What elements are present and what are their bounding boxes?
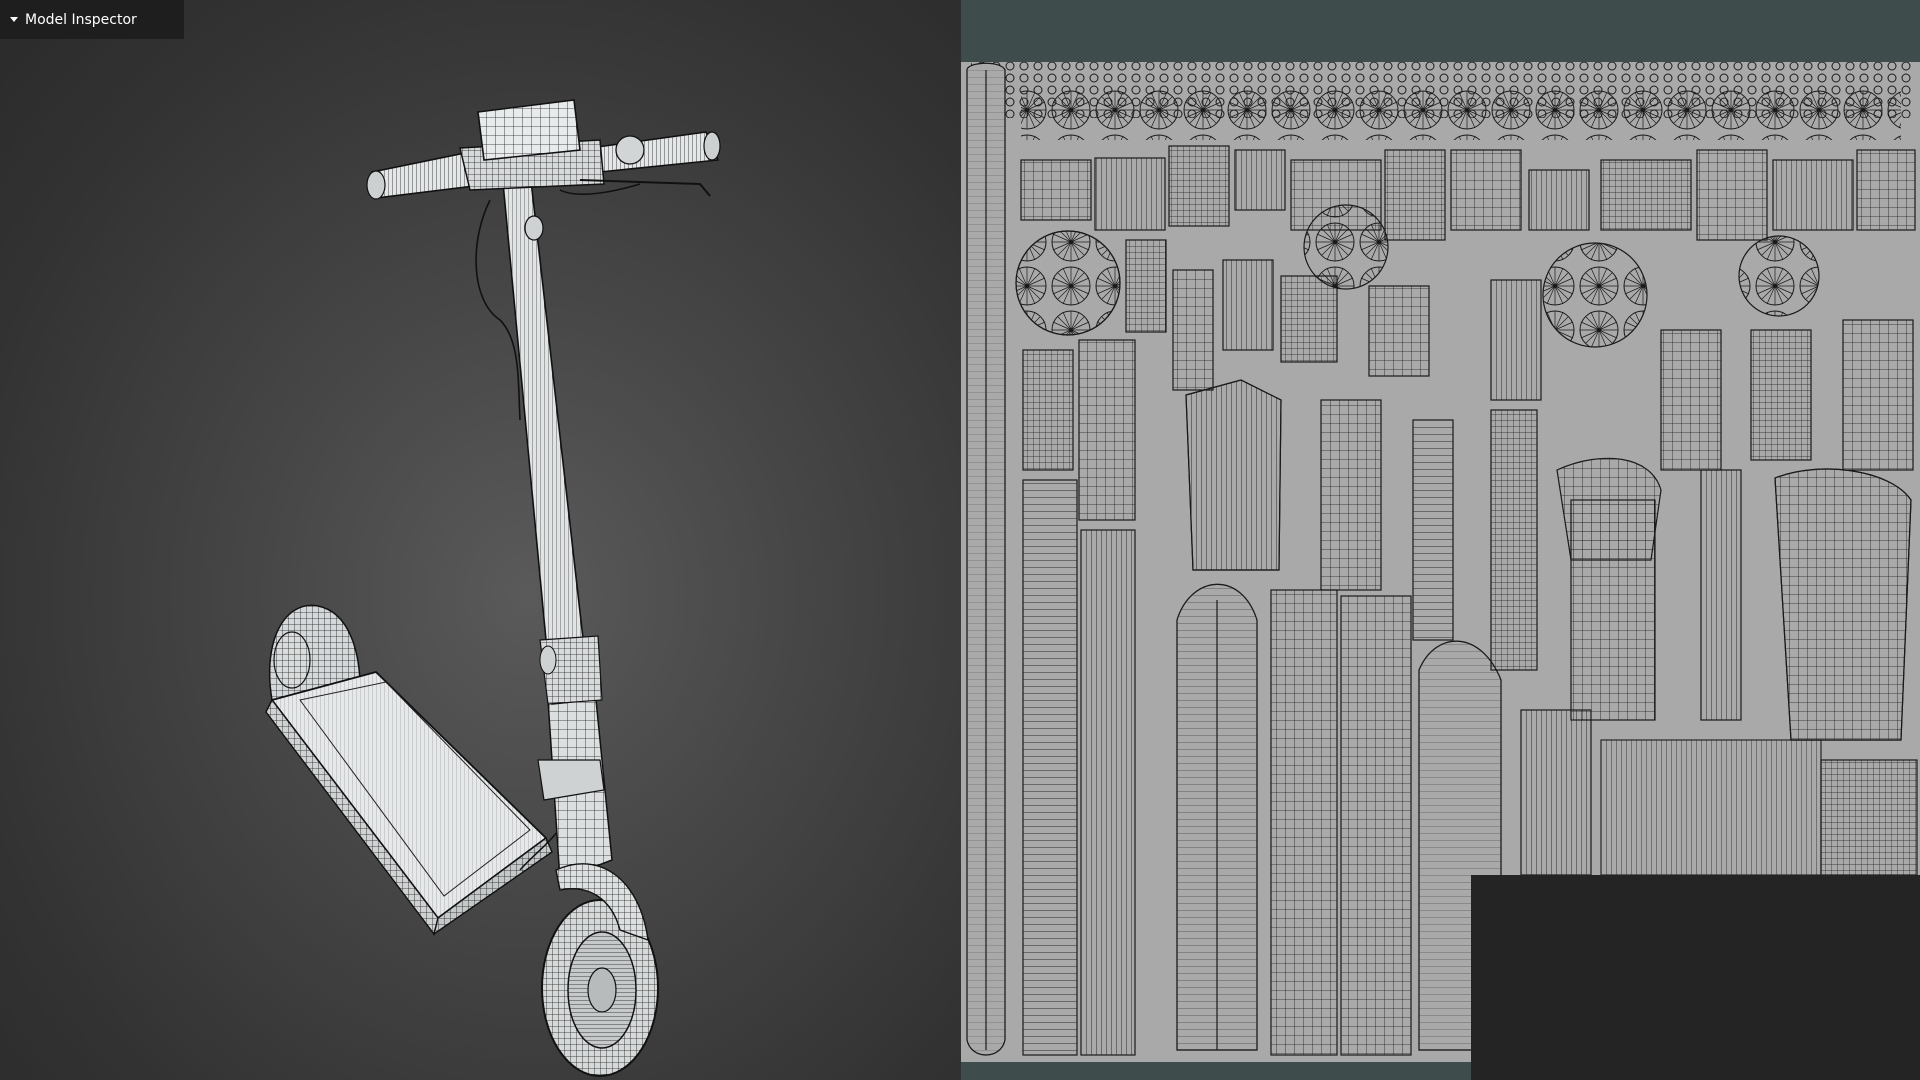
model-inspector-title: Model Inspector bbox=[25, 11, 137, 28]
uv-editor-panel[interactable] bbox=[961, 0, 1920, 1080]
stem-pole bbox=[475, 171, 603, 705]
scooter-wireframe-model[interactable] bbox=[0, 0, 961, 1080]
uv-unused-area bbox=[1471, 875, 1920, 1080]
uv-layout-sheet[interactable] bbox=[961, 0, 1920, 1080]
model-inspector-tab[interactable]: Model Inspector bbox=[0, 0, 184, 39]
triangle-down-icon[interactable] bbox=[10, 17, 18, 22]
handlebar bbox=[366, 99, 721, 241]
3d-viewport[interactable]: Model Inspector bbox=[0, 0, 961, 1080]
deck bbox=[265, 670, 571, 936]
front-wheel bbox=[541, 863, 659, 1077]
